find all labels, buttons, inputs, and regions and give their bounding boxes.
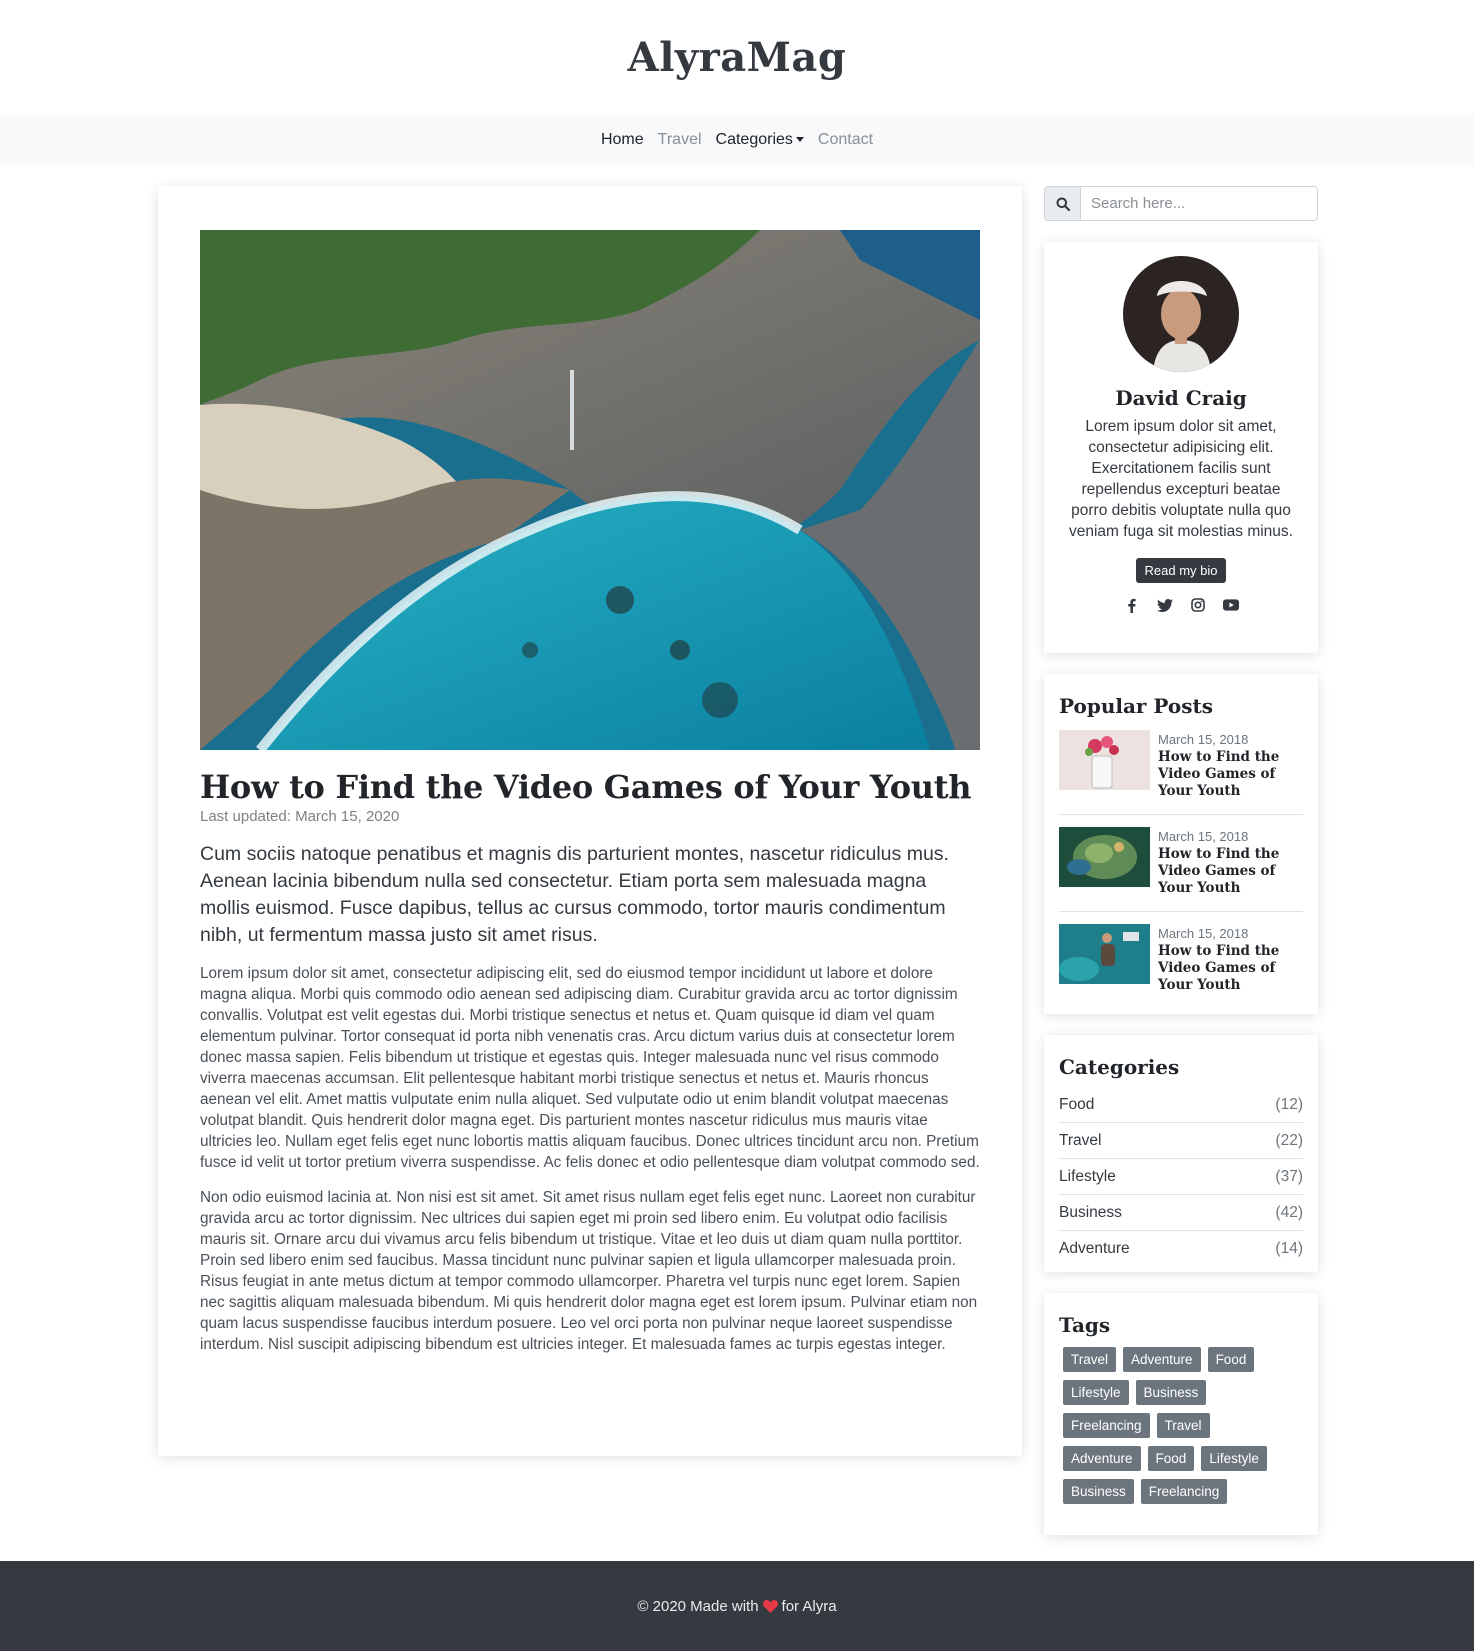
tags-title: Tags: [1059, 1313, 1111, 1337]
tag[interactable]: Business: [1063, 1479, 1134, 1504]
post-thumbnail: [1059, 730, 1150, 790]
search-input[interactable]: [1081, 186, 1318, 221]
post-paragraph: Non odio euismod lacinia at. Non nisi es…: [200, 1189, 978, 1353]
popular-post-item[interactable]: March 15, 2018 How to Find the Video Gam…: [1059, 718, 1303, 815]
author-name: David Craig: [1115, 386, 1247, 410]
footer-text-before: © 2020 Made with: [637, 1597, 759, 1615]
popular-post-date: March 15, 2018: [1158, 732, 1249, 747]
popular-post-title[interactable]: How to Find the Video Games of Your Yout…: [1158, 846, 1303, 897]
category-name: Business: [1059, 1204, 1122, 1221]
popular-post-item[interactable]: March 15, 2018 How to Find the Video Gam…: [1059, 912, 1303, 1008]
category-name: Lifestyle: [1059, 1168, 1116, 1185]
tag[interactable]: Business: [1135, 1380, 1207, 1405]
caret-down-icon: [795, 137, 804, 143]
search-icon: [1056, 197, 1070, 211]
categories-title: Categories: [1059, 1055, 1180, 1079]
popular-posts-title: Popular Posts: [1059, 694, 1214, 718]
post-lead: Cum sociis natoque penatibus et magnis d…: [200, 843, 949, 946]
search-bar: [1044, 186, 1318, 221]
footer-text-after: for Alyra: [781, 1597, 837, 1615]
category-item-travel[interactable]: Travel (22): [1059, 1123, 1303, 1159]
search-button[interactable]: [1044, 186, 1081, 221]
heart-icon: [762, 1599, 778, 1613]
nav-home[interactable]: Home: [601, 131, 644, 149]
post-paragraph: Lorem ipsum dolor sit amet, consectetur …: [200, 965, 980, 1171]
popular-post-title[interactable]: How to Find the Video Games of Your Yout…: [1158, 943, 1303, 994]
post-thumbnail: [1059, 924, 1150, 984]
site-logo[interactable]: AlyraMag: [628, 34, 847, 81]
sidebar: David Craig Lorem ipsum dolor sit amet, …: [1044, 186, 1318, 1535]
popular-post-date: March 15, 2018: [1158, 829, 1249, 844]
category-item-lifestyle[interactable]: Lifestyle (37): [1059, 1159, 1303, 1195]
youtube-icon[interactable]: [1222, 597, 1239, 613]
popular-post-title[interactable]: How to Find the Video Games of Your Yout…: [1158, 749, 1303, 800]
avatar: [1123, 256, 1239, 372]
site-header: AlyraMag: [0, 0, 1474, 115]
tags-card: Tags Travel Adventure Food Lifestyle Bus…: [1044, 1293, 1318, 1535]
nav-categories-label: Categories: [715, 131, 793, 148]
nav-travel[interactable]: Travel: [658, 131, 702, 149]
tag[interactable]: Freelancing: [1063, 1413, 1150, 1438]
author-bio: Lorem ipsum dolor sit amet, consectetur …: [1069, 418, 1293, 540]
category-count: (14): [1275, 1240, 1303, 1257]
author-card: David Craig Lorem ipsum dolor sit amet, …: [1044, 242, 1318, 653]
hero-image: [200, 230, 980, 750]
tag[interactable]: Food: [1147, 1446, 1195, 1471]
tag[interactable]: Lifestyle: [1063, 1380, 1129, 1405]
tag[interactable]: Lifestyle: [1201, 1446, 1267, 1471]
tag[interactable]: Food: [1207, 1347, 1255, 1372]
tag[interactable]: Adventure: [1123, 1347, 1201, 1372]
nav-categories-dropdown[interactable]: Categories: [716, 131, 804, 149]
twitter-icon[interactable]: [1156, 597, 1173, 613]
nav-contact[interactable]: Contact: [818, 131, 873, 149]
category-count: (37): [1275, 1168, 1303, 1185]
instagram-icon[interactable]: [1190, 597, 1206, 613]
category-count: (12): [1275, 1096, 1303, 1113]
popular-posts-card: Popular Posts March 15, 2018 How to Find…: [1044, 674, 1318, 1014]
category-name: Adventure: [1059, 1240, 1130, 1257]
category-count: (22): [1275, 1132, 1303, 1149]
tag-list: Travel Adventure Food Lifestyle Business…: [1059, 1347, 1303, 1504]
facebook-icon[interactable]: [1124, 597, 1140, 613]
category-item-food[interactable]: Food (12): [1059, 1087, 1303, 1123]
category-name: Food: [1059, 1096, 1095, 1113]
category-count: (42): [1275, 1204, 1303, 1221]
popular-post-item[interactable]: March 15, 2018 How to Find the Video Gam…: [1059, 815, 1303, 912]
site-footer: © 2020 Made with for Alyra: [0, 1561, 1474, 1651]
tag[interactable]: Adventure: [1063, 1446, 1141, 1471]
post-updated-date: Last updated: March 15, 2020: [200, 808, 400, 825]
social-links: [1059, 597, 1303, 613]
tag[interactable]: Travel: [1156, 1413, 1210, 1438]
main-nav: Home Travel Categories Contact: [0, 115, 1474, 165]
article-card: How to Find the Video Games of Your Yout…: [158, 186, 1022, 1456]
category-item-business[interactable]: Business (42): [1059, 1195, 1303, 1231]
read-bio-button[interactable]: Read my bio: [1135, 558, 1227, 583]
category-name: Travel: [1059, 1132, 1102, 1149]
categories-card: Categories Food (12) Travel (22) Lifestyle…: [1044, 1035, 1318, 1272]
popular-post-date: March 15, 2018: [1158, 926, 1249, 941]
post-title: How to Find the Video Games of Your Yout…: [200, 768, 972, 806]
post-thumbnail: [1059, 827, 1150, 887]
tag[interactable]: Freelancing: [1140, 1479, 1228, 1504]
tag[interactable]: Travel: [1063, 1347, 1117, 1372]
category-item-adventure[interactable]: Adventure (14): [1059, 1231, 1303, 1266]
